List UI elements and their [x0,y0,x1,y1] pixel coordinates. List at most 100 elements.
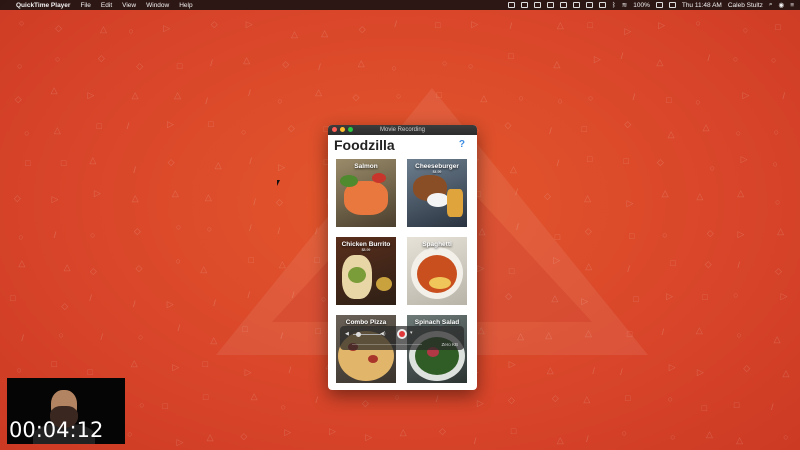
chevron-down-icon[interactable]: ▾ [410,330,413,336]
menu-bar: QuickTime Player File Edit View Window H… [0,0,800,10]
wallpaper-glyph: □ [554,232,561,243]
wallpaper-glyph: ◇ [704,258,712,269]
wallpaper-glyph: ◇ [352,92,360,103]
menu-edit[interactable]: Edit [101,2,112,9]
wallpaper-glyph: ○ [139,399,145,410]
wallpaper-glyph: / [661,326,665,337]
wallpaper-glyph: □ [176,61,183,72]
status-icon[interactable] [546,2,554,8]
volume-slider-knob[interactable] [356,332,361,337]
status-icon[interactable] [533,2,541,8]
wallpaper-glyph: △ [551,292,559,303]
status-icon[interactable] [572,2,580,8]
wallpaper-glyph: △ [553,59,561,70]
status-icon[interactable] [507,2,515,8]
wallpaper-glyph: △ [278,258,286,269]
wallpaper-glyph: □ [25,157,31,168]
zoom-button[interactable] [348,127,353,132]
status-icon[interactable] [585,2,593,8]
wallpaper-glyph: ▷ [93,188,101,199]
bluetooth-icon[interactable]: ᛒ [612,2,616,9]
help-button[interactable]: ? [459,139,465,150]
wallpaper-glyph: □ [51,358,57,369]
status-icon[interactable] [559,2,567,8]
menu-file[interactable]: File [80,2,90,9]
wallpaper-glyph: ○ [773,126,780,137]
wallpaper-glyph: ◇ [135,262,143,273]
food-tile-cheeseburger[interactable]: Cheeseburger $4.99 [407,159,467,227]
wallpaper-glyph: ◇ [167,156,175,167]
wallpaper-glyph: ▷ [477,263,485,274]
record-button[interactable] [397,329,407,339]
wallpaper-glyph: ◇ [276,197,283,208]
wallpaper-glyph: △ [100,24,107,35]
wallpaper-glyph: △ [130,358,138,369]
menu-user[interactable]: Caleb Stultz [728,2,763,9]
wallpaper-glyph: / [253,197,256,208]
wallpaper-glyph: □ [702,291,708,302]
wifi-icon[interactable]: ≋ [622,1,627,9]
airplay-icon[interactable] [668,2,676,8]
menu-view[interactable]: View [122,2,136,9]
menu-help[interactable]: Help [179,2,192,9]
wallpaper-glyph: ◇ [656,157,664,168]
wallpaper-glyph: ○ [394,391,400,402]
wallpaper-glyph: △ [782,368,790,379]
status-icon[interactable] [598,2,606,8]
food-tile-spaghetti[interactable]: Spaghetti [407,237,467,305]
wallpaper-glyph: ○ [557,95,563,106]
spotlight-icon[interactable]: ⌕ [769,1,773,9]
food-tile-chicken-burrito[interactable]: Chicken Burrito $8.99 [336,237,396,305]
food-tile-salmon[interactable]: Salmon [336,159,396,227]
wallpaper-glyph: △ [667,129,675,140]
close-button[interactable] [332,127,337,132]
minimize-button[interactable] [340,127,345,132]
wallpaper-glyph: ○ [667,394,674,405]
menu-clock[interactable]: Thu 11:48 AM [682,2,722,9]
wallpaper-glyph: ○ [468,60,474,71]
menu-app-name[interactable]: QuickTime Player [16,2,70,9]
wallpaper-glyph: △ [480,92,488,103]
tile-label: Spaghetti [422,241,452,248]
wallpaper-glyph: □ [623,155,629,166]
wallpaper-glyph: ▷ [742,89,750,100]
wallpaper-glyph: ◇ [504,119,512,130]
wallpaper-glyph: ○ [128,26,134,37]
wallpaper-glyph: □ [162,400,168,411]
speaker-low-icon: ◀ [345,331,349,337]
wallpaper-glyph: △ [661,187,669,198]
wallpaper-glyph: □ [587,154,593,165]
notification-center-icon[interactable]: ≡ [790,2,794,9]
wallpaper-glyph: / [249,156,252,167]
wallpaper-glyph: △ [585,261,593,272]
wallpaper-glyph: ○ [732,54,739,65]
app-title: Foodzilla [334,137,395,153]
wallpaper-glyph: ◇ [551,392,559,403]
wallpaper-glyph: ◇ [97,52,105,63]
window-titlebar[interactable]: Movie Recording [328,125,477,135]
wallpaper-glyph: □ [775,22,781,33]
wallpaper-glyph: ◇ [55,23,62,34]
wallpaper-glyph: △ [556,435,564,446]
wallpaper-glyph: ▷ [245,19,253,30]
wallpaper-glyph: ○ [774,196,781,207]
wallpaper-glyph: □ [670,257,676,268]
wallpaper-glyph: △ [736,435,744,446]
wallpaper-glyph: ○ [24,127,30,138]
battery-percent[interactable]: 100% [633,2,650,9]
siri-icon[interactable]: ◉ [779,1,785,9]
level-meter [352,344,422,345]
wallpaper-glyph: □ [587,19,593,30]
battery-icon[interactable] [655,2,663,8]
wallpaper-glyph: △ [695,325,703,336]
wallpaper-glyph: ◇ [61,300,69,311]
wallpaper-glyph: ◇ [439,426,446,437]
status-icon[interactable] [520,2,528,8]
wallpaper-glyph: ○ [321,293,327,304]
wallpaper-glyph: ○ [587,93,594,104]
wallpaper-glyph: △ [89,154,97,165]
wallpaper-glyph: ▷ [176,436,184,447]
wallpaper-glyph: □ [701,402,708,413]
wallpaper-glyph: △ [583,394,591,405]
menu-window[interactable]: Window [146,2,169,9]
